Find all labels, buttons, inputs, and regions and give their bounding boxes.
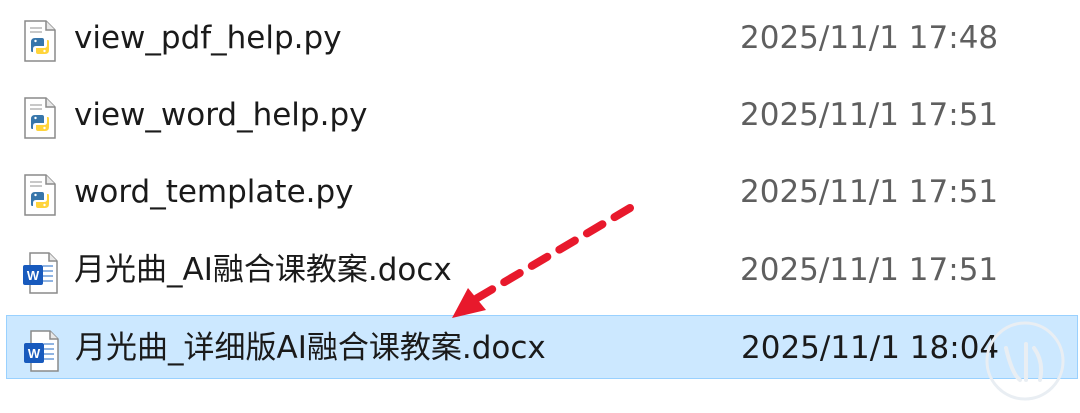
python-file-icon — [22, 97, 58, 139]
file-date-modified: 2025/11/1 17:48 — [740, 20, 999, 56]
svg-text:W: W — [28, 346, 41, 361]
file-date-modified: 2025/11/1 17:51 — [740, 97, 999, 133]
python-file-icon — [22, 174, 58, 216]
word-file-icon: W — [22, 252, 58, 294]
file-name: 月光曲_详细版AI融合课教案.docx — [75, 330, 546, 366]
svg-text:W: W — [27, 268, 40, 283]
file-row-view-pdf-help[interactable]: view_pdf_help.py 2025/11/1 17:48 — [6, 6, 1078, 70]
file-date-modified: 2025/11/1 18:04 — [741, 330, 1000, 366]
word-file-icon: W — [23, 330, 59, 372]
file-date-modified: 2025/11/1 17:51 — [740, 252, 999, 288]
file-row-word-template[interactable]: word_template.py 2025/11/1 17:51 — [6, 160, 1078, 224]
file-date-modified: 2025/11/1 17:51 — [740, 174, 999, 210]
file-name: view_pdf_help.py — [74, 20, 342, 56]
python-file-icon — [22, 20, 58, 62]
file-list: view_pdf_help.py 2025/11/1 17:48 view_wo… — [0, 0, 1080, 413]
file-name: word_template.py — [74, 174, 354, 210]
file-name: 月光曲_AI融合课教案.docx — [74, 252, 452, 288]
watermark-icon — [985, 321, 1065, 401]
file-name: view_word_help.py — [74, 97, 368, 133]
file-row-ai-lesson-plan[interactable]: W 月光曲_AI融合课教案.docx 2025/11/1 17:51 — [6, 238, 1078, 302]
file-row-detailed-ai-lesson-plan[interactable]: W 月光曲_详细版AI融合课教案.docx 2025/11/1 18:04 — [6, 315, 1078, 379]
file-row-view-word-help[interactable]: view_word_help.py 2025/11/1 17:51 — [6, 83, 1078, 147]
